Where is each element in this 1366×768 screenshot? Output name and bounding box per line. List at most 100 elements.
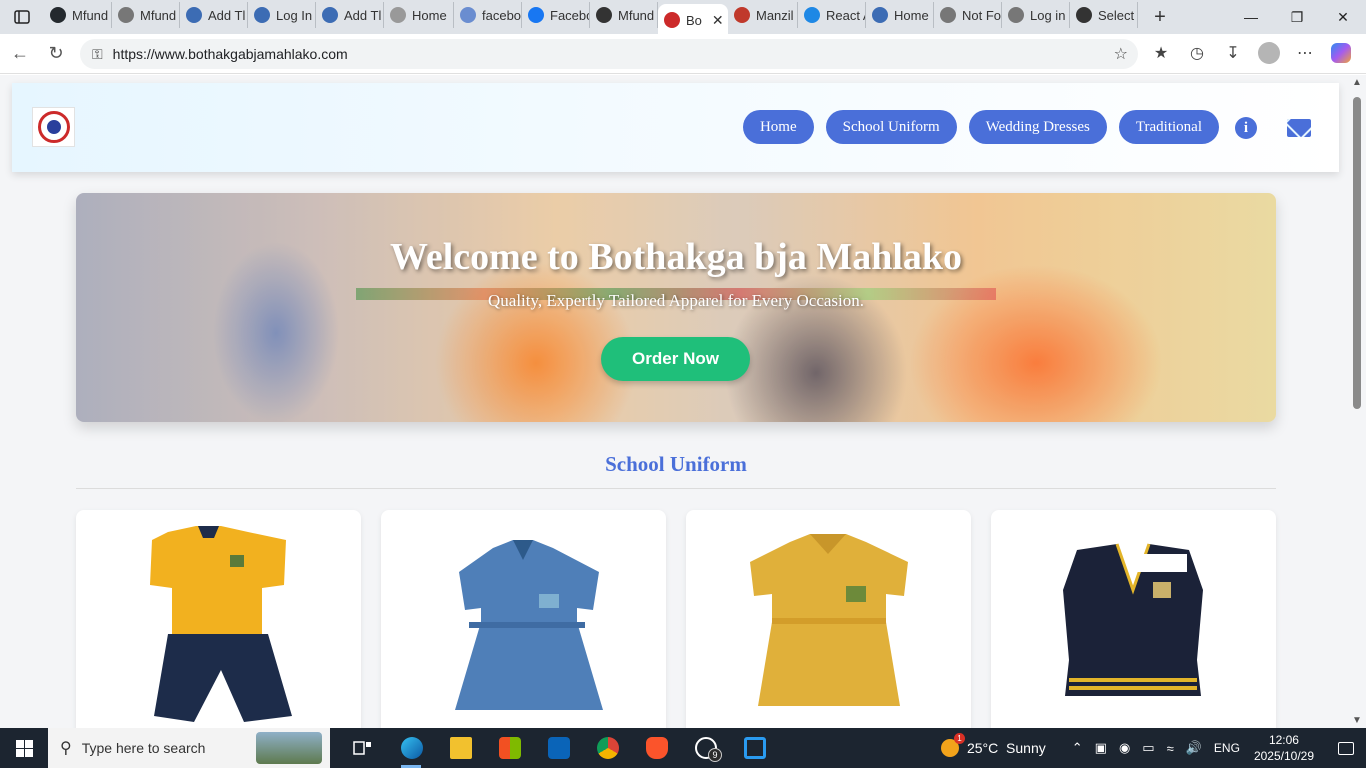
clock[interactable]: 12:06 2025/10/29 <box>1254 732 1314 764</box>
clock-time: 12:06 <box>1268 733 1299 747</box>
tab-label: Mfund <box>72 7 109 23</box>
nav-school-uniform[interactable]: School Uniform <box>825 110 957 144</box>
browser-tab[interactable]: Home <box>384 2 454 28</box>
copilot-icon[interactable] <box>1326 38 1356 68</box>
browser-tab[interactable]: Log in <box>1002 2 1070 28</box>
microsoft-store-icon[interactable] <box>485 728 534 768</box>
brave-icon[interactable] <box>632 728 681 768</box>
info-icon[interactable]: i <box>1235 117 1257 139</box>
globe-icon <box>940 7 956 23</box>
url-field[interactable]: ⚿ https://www.bothakgabjamahlako.com ☆ <box>80 39 1138 69</box>
chevron-up-icon[interactable]: ⌃ <box>1072 740 1083 756</box>
yellow-check-dress-image <box>750 534 908 706</box>
search-placeholder: Type here to search <box>81 740 206 756</box>
nav-traditional[interactable]: Traditional <box>1118 110 1219 144</box>
tab-actions-icon[interactable] <box>0 0 44 34</box>
product-grid <box>76 510 1276 728</box>
globe-icon <box>1008 7 1024 23</box>
mail-icon[interactable] <box>1287 119 1311 137</box>
favorite-star-icon[interactable]: ☆ <box>1114 44 1128 64</box>
history-icon[interactable]: ◷ <box>1182 38 1212 68</box>
search-icon: ⚲ <box>60 740 72 757</box>
start-button[interactable] <box>0 728 48 768</box>
site-logo-icon <box>664 12 680 28</box>
tab-label: Mfund <box>140 7 177 23</box>
order-now-button[interactable]: Order Now <box>601 337 750 381</box>
taskbar-search-box[interactable]: ⚲ Type here to search <box>48 728 330 768</box>
browser-tab[interactable]: Manzil <box>728 2 798 28</box>
scrollbar-thumb[interactable] <box>1353 97 1361 409</box>
nav-wedding-dresses[interactable]: Wedding Dresses <box>968 110 1107 144</box>
clock-date: 2025/10/29 <box>1253 749 1314 763</box>
browser-tab[interactable]: Log In <box>248 2 316 28</box>
task-view-icon[interactable] <box>338 728 387 768</box>
minimize-button[interactable]: — <box>1228 0 1274 34</box>
more-menu-icon[interactable]: ⋯ <box>1290 38 1320 68</box>
tab-label: Bo <box>686 12 702 28</box>
product-card-yellow-dress[interactable] <box>686 510 971 728</box>
wifi-icon[interactable]: ≈ <box>1167 741 1174 756</box>
new-tab-button[interactable]: + <box>1144 6 1176 29</box>
language-indicator[interactable]: ENG <box>1214 741 1240 755</box>
browser-tab[interactable]: Add Tl <box>316 2 384 28</box>
meet-now-icon[interactable]: ▣ <box>1095 740 1107 756</box>
edge-taskbar-icon[interactable] <box>387 728 436 768</box>
restore-button[interactable]: ❐ <box>1274 0 1320 34</box>
section-title: School Uniform <box>605 452 747 476</box>
whatsapp-badge: 9 <box>708 748 722 762</box>
site-logo[interactable] <box>32 107 75 147</box>
react-icon <box>804 7 820 23</box>
refresh-button[interactable]: ↻ <box>38 36 74 72</box>
file-explorer-icon[interactable] <box>436 728 485 768</box>
notification-icon[interactable] <box>1326 728 1366 768</box>
wordpress-icon <box>322 7 338 23</box>
vscode-icon[interactable] <box>730 728 779 768</box>
hero-title: Welcome to Bothakga bja Mahlako <box>389 236 963 278</box>
browser-tab[interactable]: Not Fo <box>934 2 1002 28</box>
facebook-icon <box>528 7 544 23</box>
browser-tab[interactable]: Home <box>866 2 934 28</box>
tab-label: Add Tl <box>208 7 246 23</box>
blue-dress-image <box>455 540 603 710</box>
url-text: https://www.bothakgabjamahlako.com <box>112 46 348 62</box>
tab-label: Home <box>894 7 929 23</box>
browser-tab[interactable]: Mfund <box>590 2 658 28</box>
close-window-button[interactable]: ✕ <box>1320 0 1366 34</box>
profile-avatar[interactable] <box>1254 38 1284 68</box>
chrome-icon[interactable] <box>583 728 632 768</box>
browser-tab[interactable]: React A <box>798 2 866 28</box>
browser-tab[interactable]: Mfund <box>112 2 180 28</box>
page-icon <box>390 7 406 23</box>
browser-tab[interactable]: Select <box>1070 2 1138 28</box>
product-card-navy-vest[interactable] <box>991 510 1276 728</box>
outlook-icon[interactable] <box>534 728 583 768</box>
browser-tab[interactable]: Add Tl <box>180 2 248 28</box>
nav-home[interactable]: Home <box>742 110 814 144</box>
weather-text: 25°C Sunny <box>966 740 1046 756</box>
main-nav: Home School Uniform Wedding Dresses Traditi… <box>742 110 1219 144</box>
browser-tab[interactable]: facebo <box>454 2 522 28</box>
weather-badge: 1 <box>953 733 965 744</box>
browser-tab[interactable]: Facebo <box>522 2 590 28</box>
browser-tab[interactable]: Mfund <box>44 2 112 28</box>
product-card-blue-dress[interactable] <box>381 510 666 728</box>
search-icon <box>460 7 476 23</box>
whatsapp-icon[interactable]: 9 <box>681 728 730 768</box>
tab-label: Facebo <box>550 7 590 23</box>
close-tab-icon[interactable]: ✕ <box>712 12 724 29</box>
volume-icon[interactable]: 🔊 <box>1186 740 1202 756</box>
back-button[interactable]: ← <box>2 36 38 72</box>
page-scrollbar[interactable]: ▲ ▼ <box>1348 75 1366 728</box>
site-info-icon[interactable]: ⚿ <box>92 46 103 63</box>
hero-subtitle: Quality, Expertly Tailored Apparel for E… <box>488 291 864 310</box>
browser-tab[interactable]: Bo ✕ <box>658 4 728 36</box>
network-badge-icon[interactable]: ◉ <box>1119 740 1130 756</box>
battery-icon[interactable]: ▭ <box>1142 740 1154 756</box>
downloads-icon[interactable]: ↧ <box>1218 38 1248 68</box>
site-header: Home School Uniform Wedding Dresses Traditi… <box>12 83 1339 172</box>
weather-widget[interactable]: 1 25°C Sunny <box>940 733 1046 757</box>
product-card-yellow-polo[interactable] <box>76 510 361 728</box>
page-viewport: Home School Uniform Wedding Dresses Traditi… <box>0 75 1348 728</box>
favorites-icon[interactable]: ★ <box>1146 38 1176 68</box>
yellow-polo-shorts-image <box>150 526 292 722</box>
